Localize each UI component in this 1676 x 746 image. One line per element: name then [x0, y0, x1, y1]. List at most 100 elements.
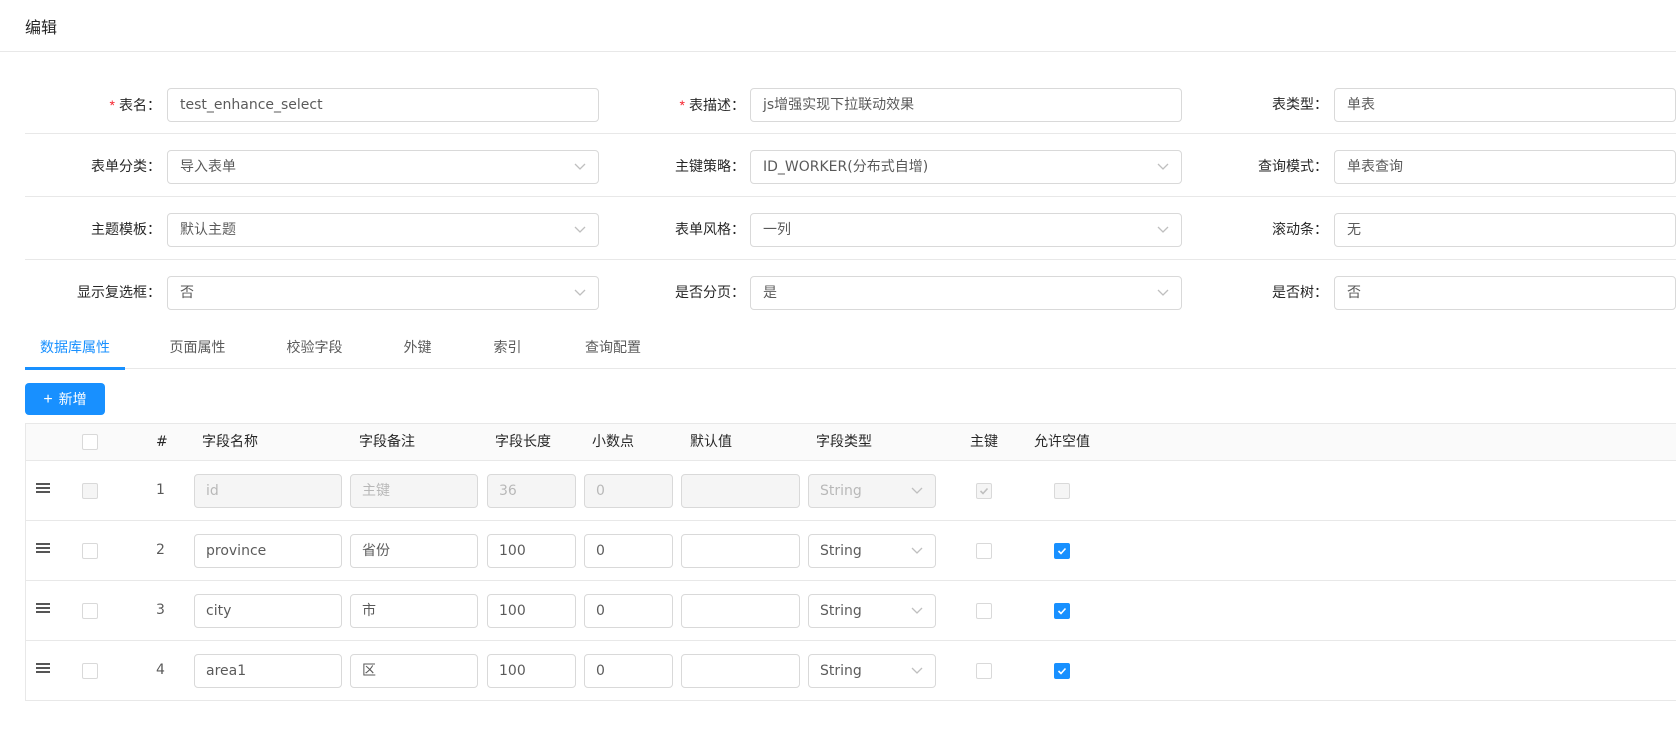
row-select-checkbox[interactable] — [82, 543, 98, 559]
field-default-input[interactable] — [681, 654, 800, 688]
theme-template-select[interactable]: 默认主题 — [167, 213, 599, 247]
table-body: 1 id 主键 36 0 String 2 province 省份 100 0 String 3 city… — [26, 461, 1676, 701]
chevron-down-icon — [1157, 214, 1169, 234]
nullable-checkbox[interactable] — [1054, 543, 1070, 559]
field-decimal-input[interactable]: 0 — [584, 534, 673, 568]
field-name-input[interactable]: city — [194, 594, 342, 628]
chevron-down-icon — [911, 595, 923, 615]
add-field-button[interactable]: + 新增 — [25, 383, 105, 415]
paginate-select[interactable]: 是 — [750, 276, 1182, 310]
field-type-select[interactable]: String — [808, 534, 936, 568]
table-desc-input[interactable]: js增强实现下拉联动效果 — [750, 88, 1182, 122]
form-category-select[interactable]: 导入表单 — [167, 150, 599, 184]
show-checkbox-label: 显示复选框： — [77, 285, 161, 301]
field-type-select[interactable]: String — [808, 474, 936, 508]
column-header-default: 默认值 — [690, 434, 732, 450]
nullable-checkbox[interactable] — [1054, 483, 1070, 499]
nullable-checkbox[interactable] — [1054, 663, 1070, 679]
row-divider — [25, 259, 1676, 260]
page-header: 编辑 — [0, 0, 1676, 52]
form-style-label: 表单风格： — [675, 222, 745, 238]
tab-indexes[interactable]: 索引 — [485, 330, 530, 370]
form-style-select[interactable]: 一列 — [750, 213, 1182, 247]
field-name-input[interactable]: province — [194, 534, 342, 568]
tab-page-properties[interactable]: 页面属性 — [155, 330, 240, 370]
table-name-input[interactable]: test_enhance_select — [167, 88, 599, 122]
field-length-input[interactable]: 100 — [487, 654, 576, 688]
tab-validation-fields[interactable]: 校验字段 — [272, 330, 357, 370]
primary-key-checkbox[interactable] — [976, 483, 992, 499]
tab-database-properties[interactable]: 数据库属性 — [25, 330, 125, 370]
table-config-form: * 表名： test_enhance_select * 表描述： js增强实现下拉联… — [25, 88, 1676, 134]
drag-handle-icon[interactable] — [36, 543, 50, 557]
field-decimal-input[interactable]: 0 — [584, 594, 673, 628]
field-type-select[interactable]: String — [808, 654, 936, 688]
is-tree-select[interactable]: 否 — [1334, 276, 1676, 310]
show-checkbox-select[interactable]: 否 — [167, 276, 599, 310]
chevron-down-icon — [911, 535, 923, 555]
is-tree-label: 是否树： — [1272, 285, 1328, 301]
property-tabs: 数据库属性 页面属性 校验字段 外键 索引 查询配置 — [25, 330, 1676, 370]
drag-handle-icon[interactable] — [36, 603, 50, 617]
table-row: 3 city 市 100 0 String — [26, 581, 1676, 641]
field-decimal-input[interactable]: 0 — [584, 474, 673, 508]
form-category-label: 表单分类： — [91, 159, 161, 175]
field-default-input[interactable] — [681, 534, 800, 568]
field-comment-input[interactable]: 市 — [350, 594, 478, 628]
row-index: 1 — [156, 482, 165, 498]
table-type-label: 表类型： — [1272, 97, 1328, 113]
field-length-input[interactable]: 100 — [487, 534, 576, 568]
select-all-checkbox[interactable] — [82, 434, 98, 450]
plus-icon: + — [43, 391, 53, 408]
row-divider — [25, 133, 1676, 134]
table-row: 4 area1 区 100 0 String — [26, 641, 1676, 701]
table-header: # 字段名称 字段备注 字段长度 小数点 默认值 字段类型 主键 允许空值 — [26, 424, 1676, 461]
pk-strategy-label: 主键策略： — [675, 159, 745, 175]
tab-foreign-keys[interactable]: 外键 — [395, 330, 440, 370]
column-header-primary-key: 主键 — [970, 434, 998, 450]
query-mode-select[interactable]: 单表查询 — [1334, 150, 1676, 184]
column-header-decimal: 小数点 — [592, 434, 634, 450]
drag-handle-icon[interactable] — [36, 663, 50, 677]
field-length-input[interactable]: 36 — [487, 474, 576, 508]
primary-key-checkbox[interactable] — [976, 663, 992, 679]
primary-key-checkbox[interactable] — [976, 543, 992, 559]
column-header-type: 字段类型 — [816, 434, 872, 450]
page-title: 编辑 — [25, 18, 58, 37]
table-row: 2 province 省份 100 0 String — [26, 521, 1676, 581]
chevron-down-icon — [1157, 151, 1169, 171]
tab-query-config[interactable]: 查询配置 — [573, 330, 653, 370]
nullable-checkbox[interactable] — [1054, 603, 1070, 619]
row-index: 3 — [156, 602, 165, 618]
field-comment-input[interactable]: 主键 — [350, 474, 478, 508]
row-divider — [25, 196, 1676, 197]
row-select-checkbox[interactable] — [82, 603, 98, 619]
primary-key-checkbox[interactable] — [976, 603, 992, 619]
required-mark: * — [679, 97, 685, 113]
field-decimal-input[interactable]: 0 — [584, 654, 673, 688]
field-comment-input[interactable]: 区 — [350, 654, 478, 688]
theme-template-label: 主题模板： — [91, 222, 161, 238]
fields-table: # 字段名称 字段备注 字段长度 小数点 默认值 字段类型 主键 允许空值 1 i… — [25, 423, 1676, 701]
table-row: 1 id 主键 36 0 String — [26, 461, 1676, 521]
drag-handle-icon[interactable] — [36, 483, 50, 497]
field-default-input[interactable] — [681, 594, 800, 628]
column-header-nullable: 允许空值 — [1034, 434, 1090, 450]
field-type-select[interactable]: String — [808, 594, 936, 628]
add-field-label: 新增 — [58, 391, 87, 407]
field-default-input[interactable] — [681, 474, 800, 508]
required-mark: * — [109, 97, 115, 113]
row-select-checkbox[interactable] — [82, 663, 98, 679]
chevron-down-icon — [574, 151, 586, 171]
field-comment-input[interactable]: 省份 — [350, 534, 478, 568]
chevron-down-icon — [574, 277, 586, 297]
scrollbar-select[interactable]: 无 — [1334, 213, 1676, 247]
field-name-input[interactable]: id — [194, 474, 342, 508]
column-header-comment: 字段备注 — [359, 434, 415, 450]
field-length-input[interactable]: 100 — [487, 594, 576, 628]
table-type-input[interactable]: 单表 — [1334, 88, 1676, 122]
pk-strategy-select[interactable]: ID_WORKER(分布式自增) — [750, 150, 1182, 184]
field-name-input[interactable]: area1 — [194, 654, 342, 688]
form-row-1: * 表名： test_enhance_select * 表描述： js增强实现下拉联… — [25, 88, 1676, 134]
row-select-checkbox[interactable] — [82, 483, 98, 499]
